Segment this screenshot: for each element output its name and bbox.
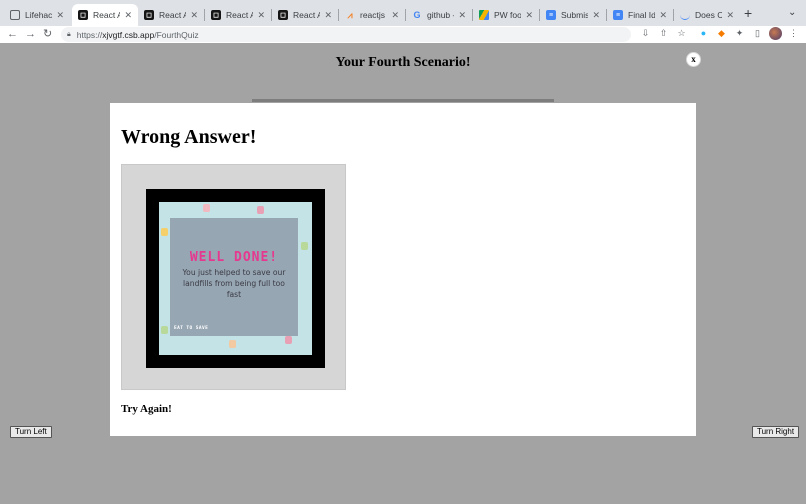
tab-react-app[interactable]: ◻ React Ap ✕ [205,4,271,26]
close-icon[interactable]: ✕ [56,10,64,21]
close-icon[interactable]: ✕ [592,10,600,21]
browser-toolbar: ← → ↻ 🔒︎ https://xjvgtf.csb.app/FourthQu… [0,26,806,43]
food-doodle-icon [229,340,236,348]
google-icon: G [413,10,421,20]
close-icon[interactable]: ✕ [458,10,466,21]
codesandbox-icon: ◻ [211,10,221,20]
tab-title: Submissi [561,10,589,20]
profile-avatar[interactable] [769,27,782,40]
modal-close-button[interactable]: x [686,52,701,67]
modal-heading: Wrong Answer! [121,126,257,148]
close-icon[interactable]: ✕ [257,10,265,21]
google-docs-icon: ≡ [546,10,556,20]
tab-github-search[interactable]: G github - ✕ [406,4,472,26]
extension-icon[interactable]: ● [698,28,709,39]
tab-title: Lifehack2 [25,10,53,20]
google-docs-icon: ≡ [613,10,623,20]
address-bar[interactable]: 🔒︎ https://xjvgtf.csb.app/FourthQuiz [61,27,631,42]
message-panel: WELL DONE! You just helped to save our l… [170,218,298,336]
tab-final-idea[interactable]: ≡ Final Idea ✕ [607,4,673,26]
side-panel-icon[interactable]: ▯ [752,28,763,39]
tab-title: React Ap [159,10,187,20]
tab-react-app[interactable]: ◻ React Ap ✕ [138,4,204,26]
close-icon[interactable]: ✕ [659,10,667,21]
back-icon[interactable]: ← [7,27,18,41]
brand-logo-text: EAT TO SAVE [174,326,209,331]
well-done-headline: WELL DONE! [189,250,279,265]
close-icon[interactable]: ✕ [726,10,734,21]
result-image: WELL DONE! You just helped to save our l… [121,164,346,390]
url-protocol: https:// [76,29,103,40]
url-path: /FourthQuiz [154,29,199,40]
close-icon[interactable]: ✕ [525,10,533,21]
food-doodle-icon [161,326,168,334]
reload-icon[interactable]: ↻ [43,27,52,41]
tab-react-app[interactable]: ◻ React Ap ✕ [272,4,338,26]
page-icon [10,10,20,20]
food-doodle-icon [285,336,292,344]
tab-pw-food[interactable]: PW food ✕ [473,4,539,26]
try-again-link[interactable]: Try Again! [121,403,172,415]
tab-title: PW food [494,10,522,20]
kebab-menu-icon[interactable]: ⋮ [788,28,799,39]
lock-icon: 🔒︎ [67,30,71,38]
url-host: xjvgtf.csb.app [102,29,155,40]
image-frame: WELL DONE! You just helped to save our l… [146,189,325,368]
food-doodle-icon [257,206,264,214]
new-tab-icon[interactable]: + [744,6,752,20]
tab-title: React Ap [93,10,121,20]
codesandbox-icon: ◻ [78,10,88,20]
tab-title: React Ap [293,10,321,20]
forward-icon[interactable]: → [25,27,36,41]
close-icon[interactable]: ✕ [324,10,332,21]
tab-reactjs[interactable]: ⩘ reactjs - ✕ [339,4,405,26]
bookmark-star-icon[interactable]: ☆ [676,28,687,39]
turn-right-button[interactable]: Turn Right [752,426,800,438]
tab-lifehack[interactable]: Lifehack2 ✕ [4,4,70,26]
tab-submission[interactable]: ≡ Submissi ✕ [540,4,606,26]
stackoverflow-icon: ⩘ [347,9,353,20]
title-divider [252,99,554,102]
tab-title: React Ap [226,10,254,20]
image-message: You just helped to save our landfills fr… [182,268,286,299]
tab-title: reactjs - [360,10,388,20]
tab-does-cut[interactable]: Does Cut ✕ [674,4,740,26]
loading-icon [680,10,690,20]
result-modal: Wrong Answer! WELL DONE! You just helped… [110,103,696,436]
share-icon[interactable]: ⇧ [658,28,669,39]
google-drive-icon [479,10,489,20]
codesandbox-icon: ◻ [144,10,154,20]
chevron-down-icon[interactable]: ⌄ [788,7,796,18]
page-content: Your Fourth Scenario! Turn Left Turn Rig… [0,43,806,504]
image-background: WELL DONE! You just helped to save our l… [159,202,312,355]
install-app-icon[interactable]: ⇩ [640,28,651,39]
browser-tab-strip: Lifehack2 ✕ ◻ React Ap ✕ ◻ React Ap ✕ ◻ … [0,0,806,26]
close-icon[interactable]: ✕ [124,10,132,21]
codesandbox-icon: ◻ [278,10,288,20]
tab-title: github - [427,10,455,20]
turn-left-button[interactable]: Turn Left [10,426,52,438]
close-icon[interactable]: ✕ [391,10,399,21]
food-doodle-icon [203,204,210,212]
close-icon[interactable]: ✕ [190,10,198,21]
tab-react-app-active[interactable]: ◻ React Ap ✕ [72,4,138,26]
food-doodle-icon [161,228,168,236]
puzzle-extensions-icon[interactable]: ✦ [734,28,745,39]
tab-title: Does Cut [695,10,723,20]
tab-title: Final Idea [628,10,656,20]
extension-icon[interactable]: ◆ [716,28,727,39]
food-doodle-icon [301,242,308,250]
